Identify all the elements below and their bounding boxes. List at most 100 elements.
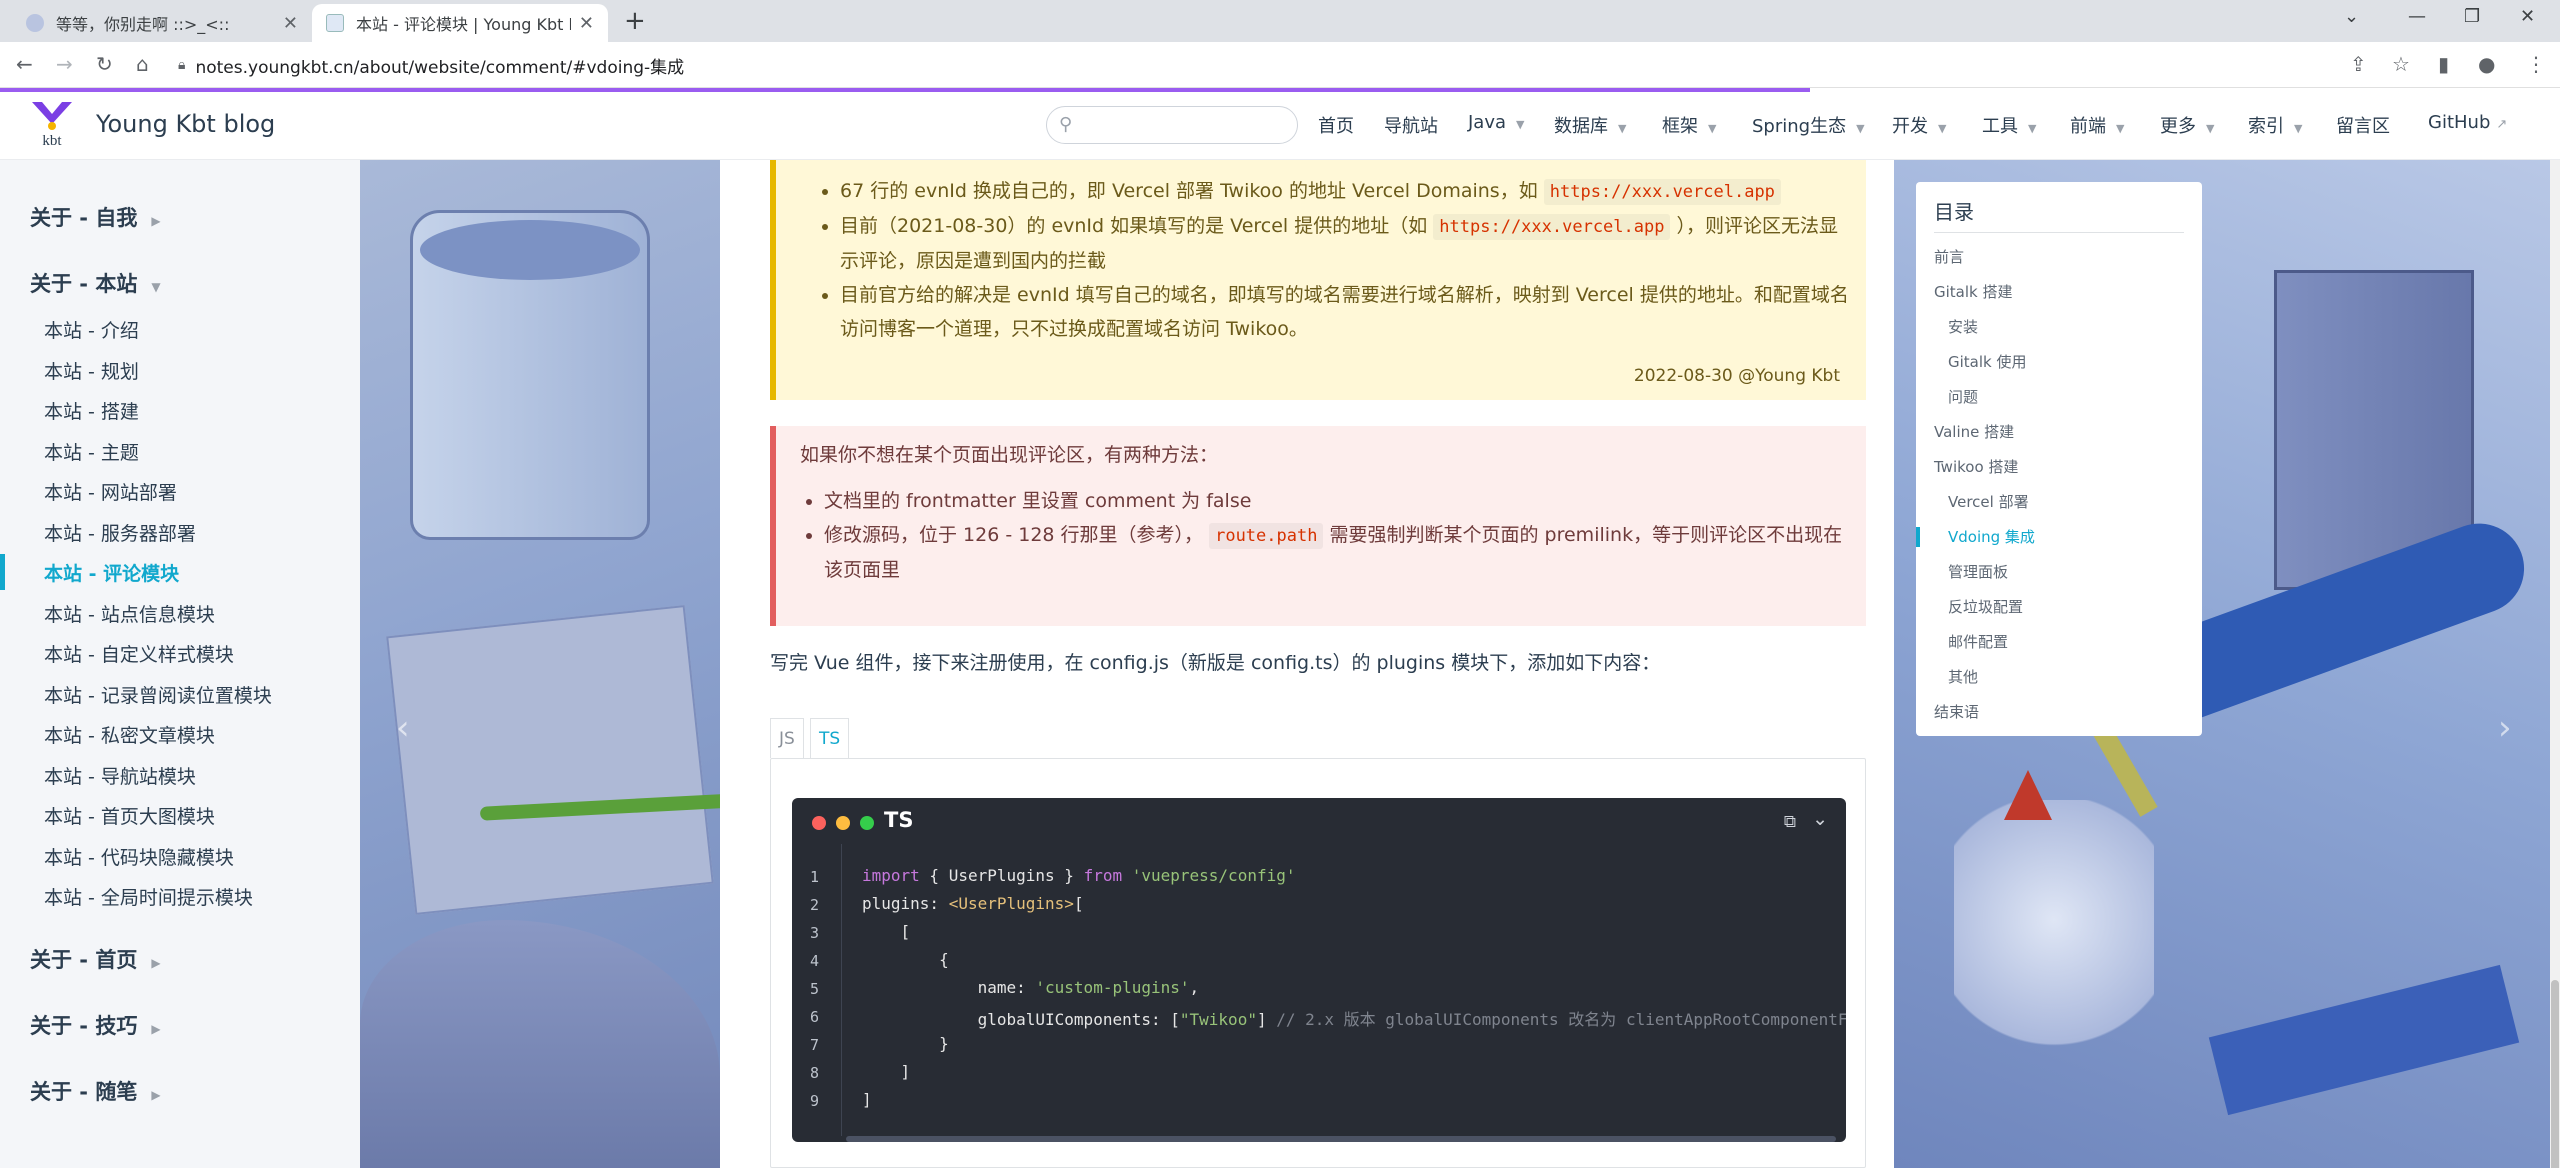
nav-item-tools[interactable]: 工具 ▼	[1982, 112, 2036, 138]
new-tab-icon[interactable]: +	[624, 6, 646, 36]
url-input[interactable]: 🔒︎ notes.youngkbt.cn/about/website/comme…	[178, 47, 2318, 83]
sidebar-item[interactable]: 本站 - 导航站模块	[44, 762, 196, 789]
forward-icon[interactable]: →	[56, 52, 73, 76]
sidebar-item[interactable]: 本站 - 搭建	[44, 397, 139, 424]
share-icon[interactable]: ⇪	[2350, 52, 2367, 76]
tip-signature: 2022-08-30 @Young Kbt	[1633, 366, 1840, 386]
sidebar-item[interactable]: 本站 - 代码块隐藏模块	[44, 843, 234, 870]
profile-icon[interactable]: ●	[2478, 52, 2495, 76]
danger-list: 文档里的 frontmatter 里设置 comment 为 false 修改源…	[824, 484, 1844, 587]
toc-item[interactable]: 反垃圾配置	[1948, 596, 2023, 617]
star-icon[interactable]: ☆	[2392, 52, 2410, 76]
toc-item[interactable]: Gitalk 使用	[1948, 351, 2027, 372]
back-icon[interactable]: ←	[16, 52, 33, 76]
code-block: TS ⧉ ⌄ 1 2 3 4 5 6 7 8 9 import { UserPl…	[792, 798, 1846, 1142]
chevron-right-icon: ▶	[151, 214, 161, 228]
sidepanel-icon[interactable]: ▮	[2438, 52, 2449, 76]
sidebar-item[interactable]: 本站 - 首页大图模块	[44, 802, 215, 829]
scrollbar-thumb[interactable]	[2551, 980, 2559, 1168]
sidebar-group[interactable]: 关于 - 随笔 ▶	[30, 1076, 161, 1106]
sidebar-item[interactable]: 本站 - 私密文章模块	[44, 721, 215, 748]
search-input[interactable]: ⚲	[1046, 106, 1298, 144]
tab-title: 等等，你别走啊 ::>_<::	[56, 15, 230, 34]
sidebar-item[interactable]: 本站 - 网站部署	[44, 478, 177, 505]
nav-item-navsite[interactable]: 导航站	[1384, 112, 1438, 138]
carousel-prev-icon[interactable]: ‹	[396, 708, 410, 748]
nav-item-framework[interactable]: 框架 ▼	[1662, 112, 1716, 138]
nav-item-home[interactable]: 首页	[1318, 112, 1354, 138]
minimize-icon[interactable]: —	[2408, 6, 2426, 27]
tab-search-icon[interactable]: ⌄	[2344, 6, 2359, 27]
sidebar-item[interactable]: 本站 - 全局时间提示模块	[44, 883, 253, 910]
toc-item[interactable]: Twikoo 搭建	[1934, 456, 2018, 477]
sidebar-group[interactable]: 关于 - 自我 ▶	[30, 202, 161, 232]
nav-item-spring[interactable]: Spring生态 ▼	[1752, 112, 1865, 138]
toc-active-indicator	[1916, 527, 1920, 547]
sidebar-item[interactable]: 本站 - 介绍	[44, 316, 139, 343]
nav-item-more[interactable]: 更多 ▼	[2160, 112, 2214, 138]
sidebar-group[interactable]: 关于 - 技巧 ▶	[30, 1010, 161, 1040]
sidebar-item[interactable]: 本站 - 记录曾阅读位置模块	[44, 681, 272, 708]
toc-item[interactable]: Gitalk 搭建	[1934, 281, 2013, 302]
caret-down-icon: ▼	[2116, 122, 2125, 135]
nav-item-database[interactable]: 数据库 ▼	[1554, 112, 1626, 138]
home-icon[interactable]: ⌂	[136, 52, 149, 76]
yellow-dot-icon	[836, 816, 850, 830]
danger-intro: 如果你不想在某个页面出现评论区，有两种方法：	[800, 444, 1219, 466]
code-tab-ts[interactable]: TS	[810, 718, 850, 758]
nav-item-github[interactable]: GitHub ↗	[2428, 112, 2507, 133]
close-icon[interactable]: ✕	[2520, 6, 2535, 27]
toc-item[interactable]: 邮件配置	[1948, 631, 2008, 652]
browser-tab-active[interactable]: 本站 - 评论模块 | Young Kbt blog ✕	[312, 4, 608, 42]
line-number: 9	[810, 1092, 820, 1110]
list-item: 目前官方给的解决是 evnId 填写自己的域名，即填写的域名需要进行域名解析，映…	[840, 278, 1850, 346]
toc-item[interactable]: 结束语	[1934, 701, 1979, 722]
code-horizontal-scrollbar[interactable]	[846, 1136, 1836, 1142]
toc-item[interactable]: 管理面板	[1948, 561, 2008, 582]
toc-item[interactable]: 前言	[1934, 246, 1964, 267]
close-tab-icon[interactable]: ✕	[283, 13, 298, 34]
sidebar-item[interactable]: 本站 - 站点信息模块	[44, 600, 215, 627]
menu-icon[interactable]: ⋮	[2526, 52, 2546, 76]
chevron-down-icon[interactable]: ⌄	[1812, 808, 1828, 830]
reload-icon[interactable]: ↻	[96, 52, 113, 76]
nav-item-java[interactable]: Java ▼	[1468, 112, 1525, 133]
nav-item-index[interactable]: 索引 ▼	[2248, 112, 2302, 138]
carousel-next-icon[interactable]: ›	[2498, 708, 2512, 748]
toc-item[interactable]: 安装	[1948, 316, 1978, 337]
toc-item-active[interactable]: Vdoing 集成	[1948, 526, 2035, 547]
nav-item-frontend[interactable]: 前端 ▼	[2070, 112, 2124, 138]
site-logo[interactable]: kbt	[28, 98, 76, 148]
caret-down-icon: ▼	[1708, 122, 1717, 135]
site-title[interactable]: Young Kbt blog	[96, 110, 275, 138]
toc-item[interactable]: 问题	[1948, 386, 1978, 407]
caret-down-icon: ▼	[2028, 122, 2037, 135]
sidebar-item[interactable]: 本站 - 自定义样式模块	[44, 640, 234, 667]
sidebar-item-active[interactable]: 本站 - 评论模块	[44, 559, 179, 586]
maximize-icon[interactable]: ❐	[2464, 6, 2480, 27]
toc-item[interactable]: Vercel 部署	[1948, 491, 2029, 512]
toc-item[interactable]: 其他	[1948, 666, 1978, 687]
sidebar-group[interactable]: 关于 - 首页 ▶	[30, 944, 161, 974]
sidebar-item[interactable]: 本站 - 服务器部署	[44, 519, 196, 546]
nav-item-dev[interactable]: 开发 ▼	[1892, 112, 1946, 138]
sidebar: 关于 - 自我 ▶ 关于 - 本站 ▼ 本站 - 介绍 本站 - 规划 本站 - 搭…	[0, 160, 360, 1168]
sidebar-item[interactable]: 本站 - 规划	[44, 357, 139, 384]
copy-icon[interactable]: ⧉	[1784, 812, 1796, 832]
page-scrollbar[interactable]	[2550, 160, 2560, 1168]
sidebar-item[interactable]: 本站 - 主题	[44, 438, 139, 465]
browser-tab[interactable]: 等等，你别走啊 ::>_<:: ✕	[12, 4, 312, 42]
sidebar-group[interactable]: 关于 - 本站 ▼	[30, 268, 161, 298]
close-tab-icon[interactable]: ✕	[579, 13, 594, 34]
chevron-down-icon: ▼	[151, 280, 161, 294]
search-icon: ⚲	[1059, 114, 1073, 135]
lock-icon[interactable]: 🔒︎	[178, 57, 185, 73]
toc-title: 目录	[1934, 200, 1974, 224]
code-line: [	[862, 922, 911, 941]
nav-item-guestbook[interactable]: 留言区	[2336, 112, 2390, 138]
toc-item[interactable]: Valine 搭建	[1934, 421, 2014, 442]
code-tab-js[interactable]: JS	[770, 718, 804, 758]
reading-progress-bar	[0, 88, 1810, 92]
chevron-right-icon: ▶	[151, 1022, 161, 1036]
line-number: 2	[810, 896, 820, 914]
